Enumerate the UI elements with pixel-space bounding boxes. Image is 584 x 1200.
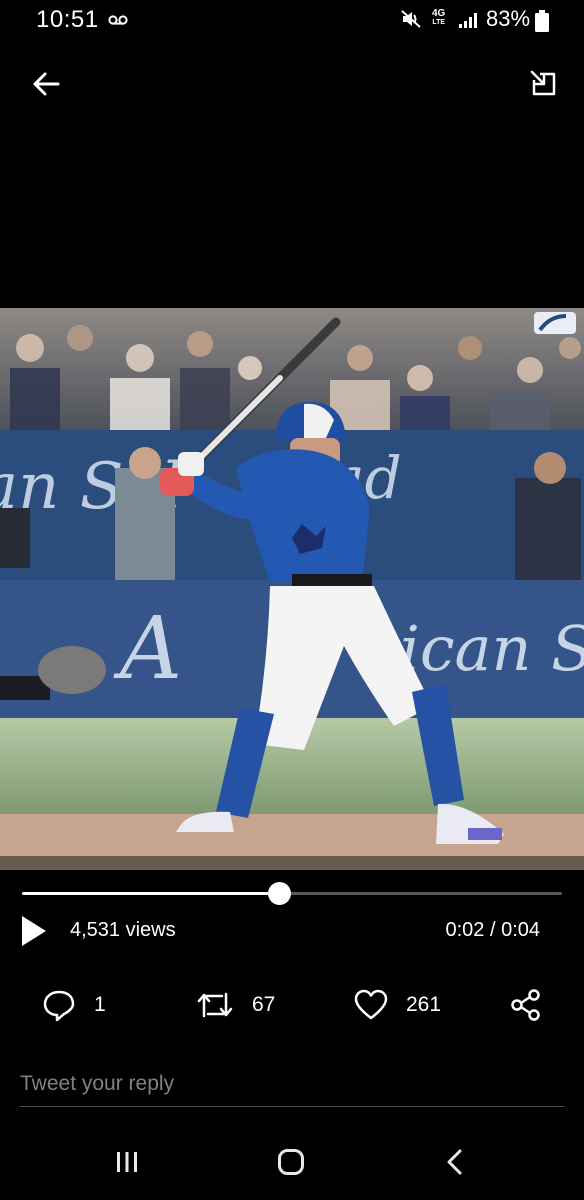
progress-thumb[interactable]: [267, 882, 291, 905]
playback-time: 0:02 / 0:04: [445, 919, 540, 941]
play-icon: [22, 916, 46, 946]
reply-icon: [43, 990, 75, 1022]
home-button[interactable]: [277, 1148, 305, 1181]
svg-text:ican S: ican S: [400, 612, 584, 685]
reply-count: 1: [94, 993, 106, 1016]
recents-button[interactable]: [114, 1150, 140, 1179]
progress-bar[interactable]: [22, 882, 562, 905]
svg-text:A: A: [113, 599, 182, 699]
reply-button[interactable]: 1: [42, 986, 106, 1024]
network-type: 4G LTE: [432, 9, 445, 27]
share-button[interactable]: [509, 986, 543, 1024]
picture-in-picture-button[interactable]: [524, 64, 564, 104]
status-time: 10:51: [36, 6, 99, 33]
navigation-bar: [0, 1130, 584, 1200]
video-frame: an Sel ad A ican S: [0, 308, 584, 870]
voicemail-icon: [108, 13, 128, 31]
retweet-button[interactable]: 67: [196, 986, 275, 1024]
mute-icon: [400, 9, 422, 34]
retweet-icon: [197, 992, 233, 1018]
recents-icon: [117, 1152, 137, 1172]
view-count: 4,531 views: [70, 919, 176, 941]
network-type-label: 4G: [432, 8, 446, 19]
progress-fill: [22, 892, 279, 895]
nav-back-button[interactable]: [444, 1148, 466, 1181]
battery-percent: 83%: [486, 6, 531, 31]
picture-in-picture-icon: [530, 70, 556, 96]
video-player[interactable]: an Sel ad A ican S: [0, 308, 584, 870]
signal-icon: [458, 11, 480, 34]
back-arrow-icon: [33, 72, 60, 96]
back-icon: [447, 1149, 462, 1175]
battery-icon: [535, 10, 549, 37]
network-sub-label: LTE: [432, 19, 446, 26]
retweet-count: 67: [252, 993, 276, 1016]
play-button[interactable]: [18, 914, 50, 948]
like-icon: [354, 989, 388, 1020]
status-bar: 10:51 4G LTE 83%: [0, 0, 584, 42]
like-button[interactable]: 261: [354, 986, 441, 1024]
back-button[interactable]: [26, 64, 66, 104]
home-icon: [278, 1149, 304, 1175]
share-icon: [511, 989, 540, 1021]
like-count: 261: [406, 993, 442, 1016]
mlb-logo-icon: [534, 312, 576, 334]
reply-input[interactable]: [20, 1062, 564, 1107]
